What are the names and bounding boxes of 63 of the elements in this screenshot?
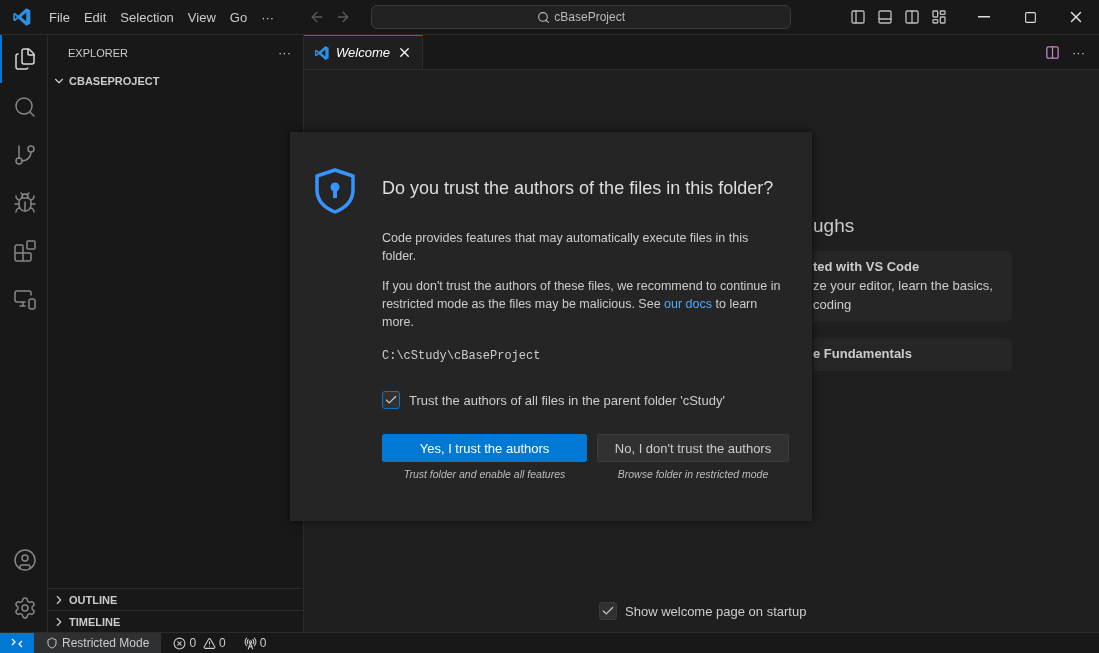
warning-count: 0 bbox=[219, 636, 226, 650]
section-header[interactable]: CBASEPROJECT bbox=[48, 70, 303, 92]
logo-icon bbox=[12, 7, 32, 27]
command-center[interactable]: cBaseProject bbox=[371, 5, 792, 29]
error-icon bbox=[173, 636, 187, 650]
shield-icon bbox=[314, 168, 356, 214]
dialog-text: If you don't trust the authors of these files, we recommend to continue in restricted mode as the files may be malicious. See our docs to learn more. bbox=[382, 278, 782, 331]
check-icon bbox=[384, 393, 398, 407]
panel-right-icon[interactable] bbox=[904, 9, 920, 25]
blocks-icon bbox=[12, 239, 37, 263]
walkthrough-card[interactable]: ted with VS Code ze your editor, learn the basics, coding bbox=[813, 251, 1012, 322]
files-icon bbox=[12, 47, 37, 71]
panel-left-icon[interactable] bbox=[850, 9, 866, 25]
minimize-icon bbox=[978, 16, 990, 18]
gear-icon bbox=[12, 596, 37, 620]
panel-bottom-icon[interactable] bbox=[877, 9, 893, 25]
close-icon[interactable] bbox=[397, 45, 412, 60]
account-icon bbox=[12, 548, 37, 572]
dialog-text: Code provides features that may automatically execute files in this folder. bbox=[382, 230, 750, 265]
warning-icon bbox=[203, 636, 217, 650]
search-icon bbox=[12, 95, 37, 119]
section-heading: ughs bbox=[813, 215, 856, 237]
check-icon bbox=[601, 604, 615, 618]
menu-item[interactable]: File bbox=[42, 9, 77, 25]
problems-button[interactable]: 0 0 bbox=[167, 636, 232, 650]
menu-item[interactable]: Selection bbox=[113, 9, 181, 25]
maximize-icon bbox=[1023, 10, 1037, 24]
button-caption: Trust folder and enable all features bbox=[403, 468, 566, 480]
search-icon bbox=[537, 10, 551, 24]
layout-icon[interactable] bbox=[931, 9, 947, 25]
editor-tab[interactable]: Welcome bbox=[304, 35, 423, 69]
error-count: 0 bbox=[189, 636, 197, 650]
checkbox[interactable] bbox=[382, 391, 400, 409]
menu-item[interactable]: Go bbox=[222, 9, 255, 25]
branch-icon bbox=[12, 143, 37, 167]
more-actions[interactable]: ··· bbox=[1072, 44, 1085, 60]
trust-button[interactable]: Yes, I trust the authors bbox=[382, 434, 587, 462]
menu-item[interactable]: View bbox=[180, 9, 223, 25]
antenna-icon bbox=[243, 636, 257, 650]
ports-count: 0 bbox=[259, 636, 267, 650]
status-label: Restricted Mode bbox=[62, 636, 150, 650]
walkthrough-card[interactable]: e Fundamentals bbox=[813, 338, 1012, 371]
checkbox-label: Show welcome page on startup bbox=[625, 603, 807, 619]
remote-icon bbox=[10, 636, 24, 650]
button-caption: Browse folder in restricted mode bbox=[617, 468, 769, 480]
menu-item[interactable]: ··· bbox=[254, 9, 282, 25]
dialog-title: Do you trust the authors of the files in this folder? bbox=[382, 178, 775, 199]
docs-link[interactable]: our docs bbox=[664, 297, 713, 311]
restricted-mode-button[interactable]: Restricted Mode bbox=[34, 633, 162, 653]
logo-icon bbox=[314, 44, 330, 61]
shield-icon bbox=[46, 637, 58, 649]
monitor-icon bbox=[12, 287, 37, 311]
more-actions[interactable]: ··· bbox=[278, 45, 291, 60]
folder-path: C:\cStudy\cBaseProject bbox=[382, 349, 542, 363]
checkbox[interactable] bbox=[599, 602, 617, 620]
bug-icon bbox=[12, 191, 37, 215]
checkbox-label: Trust the authors of all files in the parent folder 'cStudy' bbox=[409, 392, 725, 408]
section-header[interactable]: OUTLINE bbox=[48, 588, 303, 610]
sidebar-title: EXPLORER bbox=[68, 46, 128, 59]
menu-item[interactable]: Edit bbox=[76, 9, 114, 25]
split-editor-icon[interactable] bbox=[1045, 44, 1060, 60]
dont-trust-button[interactable]: No, I don't trust the authors bbox=[597, 434, 789, 462]
ports-button[interactable]: 0 bbox=[237, 636, 273, 650]
